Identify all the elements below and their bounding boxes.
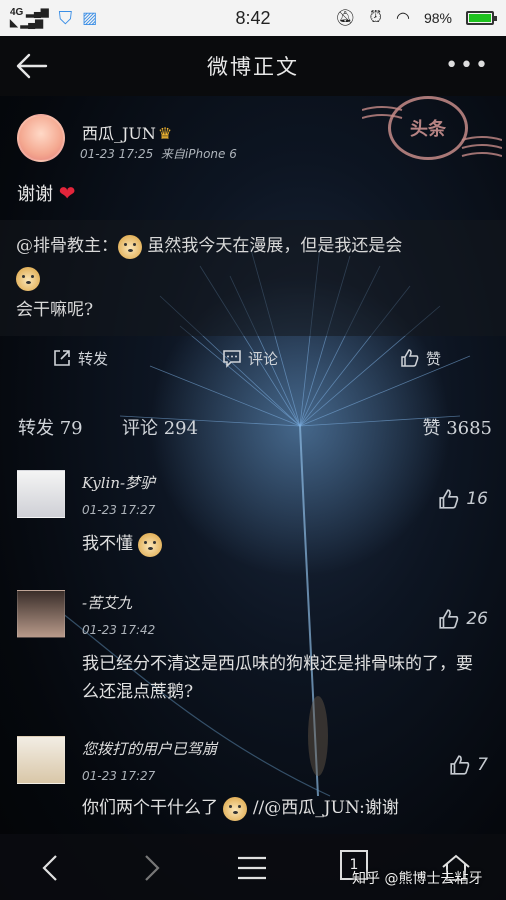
- doge-icon: [138, 532, 163, 557]
- action-bar: 转发 评论 赞: [0, 336, 506, 380]
- stamp-text: 头条: [410, 119, 446, 140]
- comment-time: 01-23 17:42: [82, 623, 156, 637]
- bottom-nav-bar: 1 知乎 @熊博士去粘牙: [0, 834, 506, 900]
- wifi-icon: ◠: [396, 10, 410, 27]
- comment-text-b: //@西瓜_JUN:谢谢: [252, 798, 399, 818]
- mute-icon: 🔕︎: [335, 10, 356, 27]
- author-name[interactable]: 西瓜_JUN: [82, 124, 156, 143]
- post-time: 01-23 17:25: [80, 147, 154, 161]
- dandelion-background: [39, 245, 471, 797]
- chevron-right-icon[interactable]: [134, 852, 166, 884]
- comment-like-count: 7: [477, 755, 488, 775]
- post-text-content: 谢谢: [17, 184, 53, 205]
- doge-icon: [118, 234, 142, 259]
- repost-button[interactable]: 转发: [52, 348, 108, 369]
- commenter-avatar[interactable]: [17, 590, 65, 638]
- comment-text: 我不懂: [82, 530, 482, 558]
- page-title: 微博正文: [207, 55, 299, 79]
- repost-text: @排骨教主： 虽然我今天在漫展，但是我还是会 会干嘛呢?: [16, 234, 403, 320]
- crown-icon: ♛: [157, 124, 173, 143]
- comment-text: 我已经分不清这是西瓜味的狗粮还是排骨味的了，要么还混点蔗鹅?: [82, 654, 473, 702]
- comment-like-count: 26: [466, 609, 488, 629]
- battery-fill: [469, 14, 491, 22]
- tab-comments[interactable]: 评论 294: [122, 414, 198, 440]
- comment-icon: [223, 350, 241, 368]
- commenter-name[interactable]: Kylin-梦驴: [82, 472, 155, 493]
- menu-icon[interactable]: [236, 852, 268, 884]
- back-arrow-icon[interactable]: [14, 50, 50, 82]
- comment-like-button[interactable]: 26: [438, 608, 488, 630]
- tab-likes[interactable]: 赞 3685: [422, 414, 492, 440]
- commenter-avatar[interactable]: [17, 470, 65, 518]
- comment-time: 01-23 17:27: [82, 769, 156, 783]
- repost-box[interactable]: @排骨教主： 虽然我今天在漫展，但是我还是会 会干嘛呢?: [0, 220, 506, 336]
- chevron-left-icon[interactable]: [36, 852, 68, 884]
- repost-text-b: 会干嘛呢?: [16, 300, 94, 320]
- more-options-icon[interactable]: •••: [445, 55, 490, 77]
- post-text: 谢谢 ❤: [17, 180, 76, 206]
- status-bar: 4G ▂▄▆ ◣ ▂▄▆ ⛉ ▨ 8:42 🔕︎ ⏰︎ ◠ 98%: [0, 0, 506, 36]
- comment-like-button[interactable]: 16: [438, 488, 488, 510]
- headline-stamp: 头条: [388, 96, 468, 160]
- doge-icon: [16, 266, 40, 291]
- commenter-avatar[interactable]: [17, 736, 65, 784]
- author-avatar[interactable]: [17, 114, 65, 162]
- battery-icon: [466, 11, 497, 25]
- like-label: 赞: [426, 349, 442, 368]
- network-type: 4G: [10, 7, 24, 18]
- alarm-icon: ⏰︎: [369, 9, 382, 26]
- image-icon: ▨: [82, 10, 98, 27]
- repost-text-a: 虽然我今天在漫展，但是我还是会: [147, 236, 403, 256]
- thumbs-up-icon: [439, 489, 459, 509]
- battery-percent: 98%: [423, 10, 452, 26]
- post-meta: 01-23 17:25 来自iPhone 6: [80, 145, 237, 162]
- doge-icon: [223, 796, 248, 821]
- comment-time: 01-23 17:27: [82, 503, 156, 517]
- comment-label: 评论: [248, 349, 279, 368]
- comment-text-content: 我不懂: [82, 534, 133, 554]
- thumbs-up-icon: [401, 349, 419, 367]
- share-icon: [54, 350, 70, 366]
- tab-reposts[interactable]: 转发 79: [18, 414, 83, 440]
- comment-text-a: 你们两个干什么了: [82, 798, 218, 818]
- author-name-row[interactable]: 西瓜_JUN ♛: [82, 120, 172, 144]
- comment-button[interactable]: 评论: [222, 348, 278, 369]
- comment-text: 你们两个干什么了 //@西瓜_JUN:谢谢: [82, 794, 482, 822]
- watermark: 知乎 @熊博士去粘牙: [352, 871, 483, 887]
- title-bar: 微博正文 •••: [0, 36, 506, 96]
- signal-icon: 4G ▂▄▆ ◣ ▂▄▆: [10, 7, 49, 29]
- comment-like-count: 16: [466, 489, 488, 509]
- thumbs-up-icon: [450, 755, 470, 775]
- repost-label: 转发: [78, 349, 109, 368]
- repost-mention[interactable]: @排骨教主: [16, 236, 101, 256]
- thumbs-up-icon: [439, 609, 459, 629]
- heart-icon: ❤: [58, 181, 76, 205]
- commenter-name[interactable]: -苦艾九: [82, 592, 132, 613]
- commenter-name[interactable]: 您拨打的用户已驾崩: [82, 738, 217, 759]
- counts-bar: 转发 79 评论 294 赞 3685: [0, 406, 506, 446]
- comment-like-button[interactable]: 7: [449, 754, 488, 776]
- like-button[interactable]: 赞: [400, 348, 441, 369]
- clock: 8:42: [235, 7, 271, 28]
- post-source: 来自iPhone 6: [160, 147, 237, 161]
- shield-icon: ⛉: [58, 7, 73, 28]
